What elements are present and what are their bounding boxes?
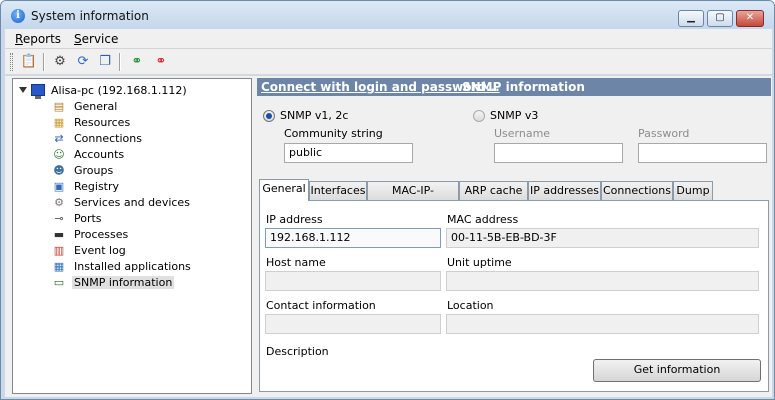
services-icon: ⚙ xyxy=(54,196,64,209)
general-tab-panel: IP address 192.168.1.112 MAC address 00-… xyxy=(259,200,769,392)
toolbar-separator xyxy=(119,53,121,71)
report-icon[interactable]: 📋 xyxy=(19,52,39,72)
window-title: System information xyxy=(31,9,149,23)
close-button[interactable]: ✕ xyxy=(736,10,764,27)
username-input[interactable] xyxy=(494,143,623,163)
host-name-label: Host name xyxy=(266,256,326,269)
connect-icon[interactable]: ⚭ xyxy=(127,52,147,72)
ip-address-field[interactable]: 192.168.1.112 xyxy=(265,228,441,248)
registry-icon: ▣ xyxy=(53,180,65,193)
general-icon: ▤ xyxy=(53,100,65,113)
location-label: Location xyxy=(447,299,494,312)
unit-uptime-label: Unit uptime xyxy=(447,256,512,269)
header-strip: Connect with login and password... SNMP … xyxy=(257,78,771,96)
event-log-icon: ▥ xyxy=(53,244,65,257)
disconnect-icon[interactable]: ⚭ xyxy=(151,52,171,72)
snmp-v1-label: SNMP v1, 2c xyxy=(280,109,349,122)
main-window: i System information ▁ ▢ ✕ Reports Servi… xyxy=(0,0,775,400)
section-title: SNMP information xyxy=(462,80,585,94)
processes-icon: ▬ xyxy=(53,228,65,241)
copy-icon[interactable]: ❐ xyxy=(95,52,115,72)
tab-dump[interactable]: Dump xyxy=(673,181,713,200)
tab-general[interactable]: General xyxy=(259,179,309,201)
contact-information-label: Contact information xyxy=(266,299,376,312)
host-name-field[interactable] xyxy=(265,271,441,291)
tab-interfaces[interactable]: Interfaces xyxy=(309,181,367,200)
snmp-icon: ▭ xyxy=(53,276,65,289)
toolbar-grip[interactable] xyxy=(10,53,13,71)
navigation-tree[interactable]: Alisa-pc (192.168.1.112) ▤ General ▦ Res… xyxy=(12,78,252,394)
toolbar: 📋 ⚙ ⟳ ❐ ⚭ ⚭ xyxy=(5,49,772,75)
tab-mac-ip-interface[interactable]: MAC-IP-Interface xyxy=(367,181,459,214)
unit-uptime-field[interactable] xyxy=(446,271,759,291)
connections-icon: ⇄ xyxy=(54,132,64,145)
title-bar: i System information ▁ ▢ ✕ xyxy=(1,1,774,29)
info-icon: i xyxy=(11,9,25,23)
contact-information-field[interactable] xyxy=(265,314,441,334)
tab-arp-cache[interactable]: ARP cache xyxy=(459,181,528,200)
username-label: Username xyxy=(494,127,551,140)
minimize-button[interactable]: ▁ xyxy=(678,10,704,27)
toolbar-separator xyxy=(43,53,45,71)
get-information-button[interactable]: Get information xyxy=(593,359,761,382)
groups-icon: ☻ xyxy=(53,164,65,177)
menu-reports[interactable]: Reports xyxy=(15,32,61,46)
maximize-button[interactable]: ▢ xyxy=(707,10,733,27)
mac-address-label: MAC address xyxy=(447,213,519,226)
community-string-label: Community string xyxy=(284,127,383,140)
snmp-v1-radio[interactable] xyxy=(263,110,275,122)
snmp-v3-radio[interactable] xyxy=(473,110,485,122)
content-area: Alisa-pc (192.168.1.112) ▤ General ▦ Res… xyxy=(5,76,772,397)
ip-address-label: IP address xyxy=(266,213,323,226)
ports-icon: ⊸ xyxy=(54,212,64,225)
refresh-icon[interactable]: ⟳ xyxy=(73,52,93,72)
collapse-arrow-icon[interactable] xyxy=(19,87,27,93)
computer-icon xyxy=(31,84,45,99)
details-pane: Connect with login and password... SNMP … xyxy=(257,78,771,394)
password-label: Password xyxy=(638,127,690,140)
mac-address-field[interactable]: 00-11-5B-EB-BD-3F xyxy=(446,228,759,248)
location-field[interactable] xyxy=(446,314,759,334)
resources-icon: ▦ xyxy=(53,116,65,129)
accounts-icon: ☺ xyxy=(53,148,65,161)
menu-bar: Reports Service xyxy=(5,29,772,49)
menu-service[interactable]: Service xyxy=(74,32,118,46)
description-label: Description xyxy=(266,345,329,358)
snmp-v3-label: SNMP v3 xyxy=(490,109,539,122)
community-string-input[interactable]: public xyxy=(284,143,413,163)
tab-connections[interactable]: Connections xyxy=(601,181,673,200)
settings-icon[interactable]: ⚙ xyxy=(50,52,70,72)
tree-root-label: Alisa-pc (192.168.1.112) xyxy=(51,84,187,97)
password-input[interactable] xyxy=(638,143,767,163)
applications-icon: ▦ xyxy=(53,260,65,273)
tab-ip-addresses[interactable]: IP addresses xyxy=(528,181,601,200)
